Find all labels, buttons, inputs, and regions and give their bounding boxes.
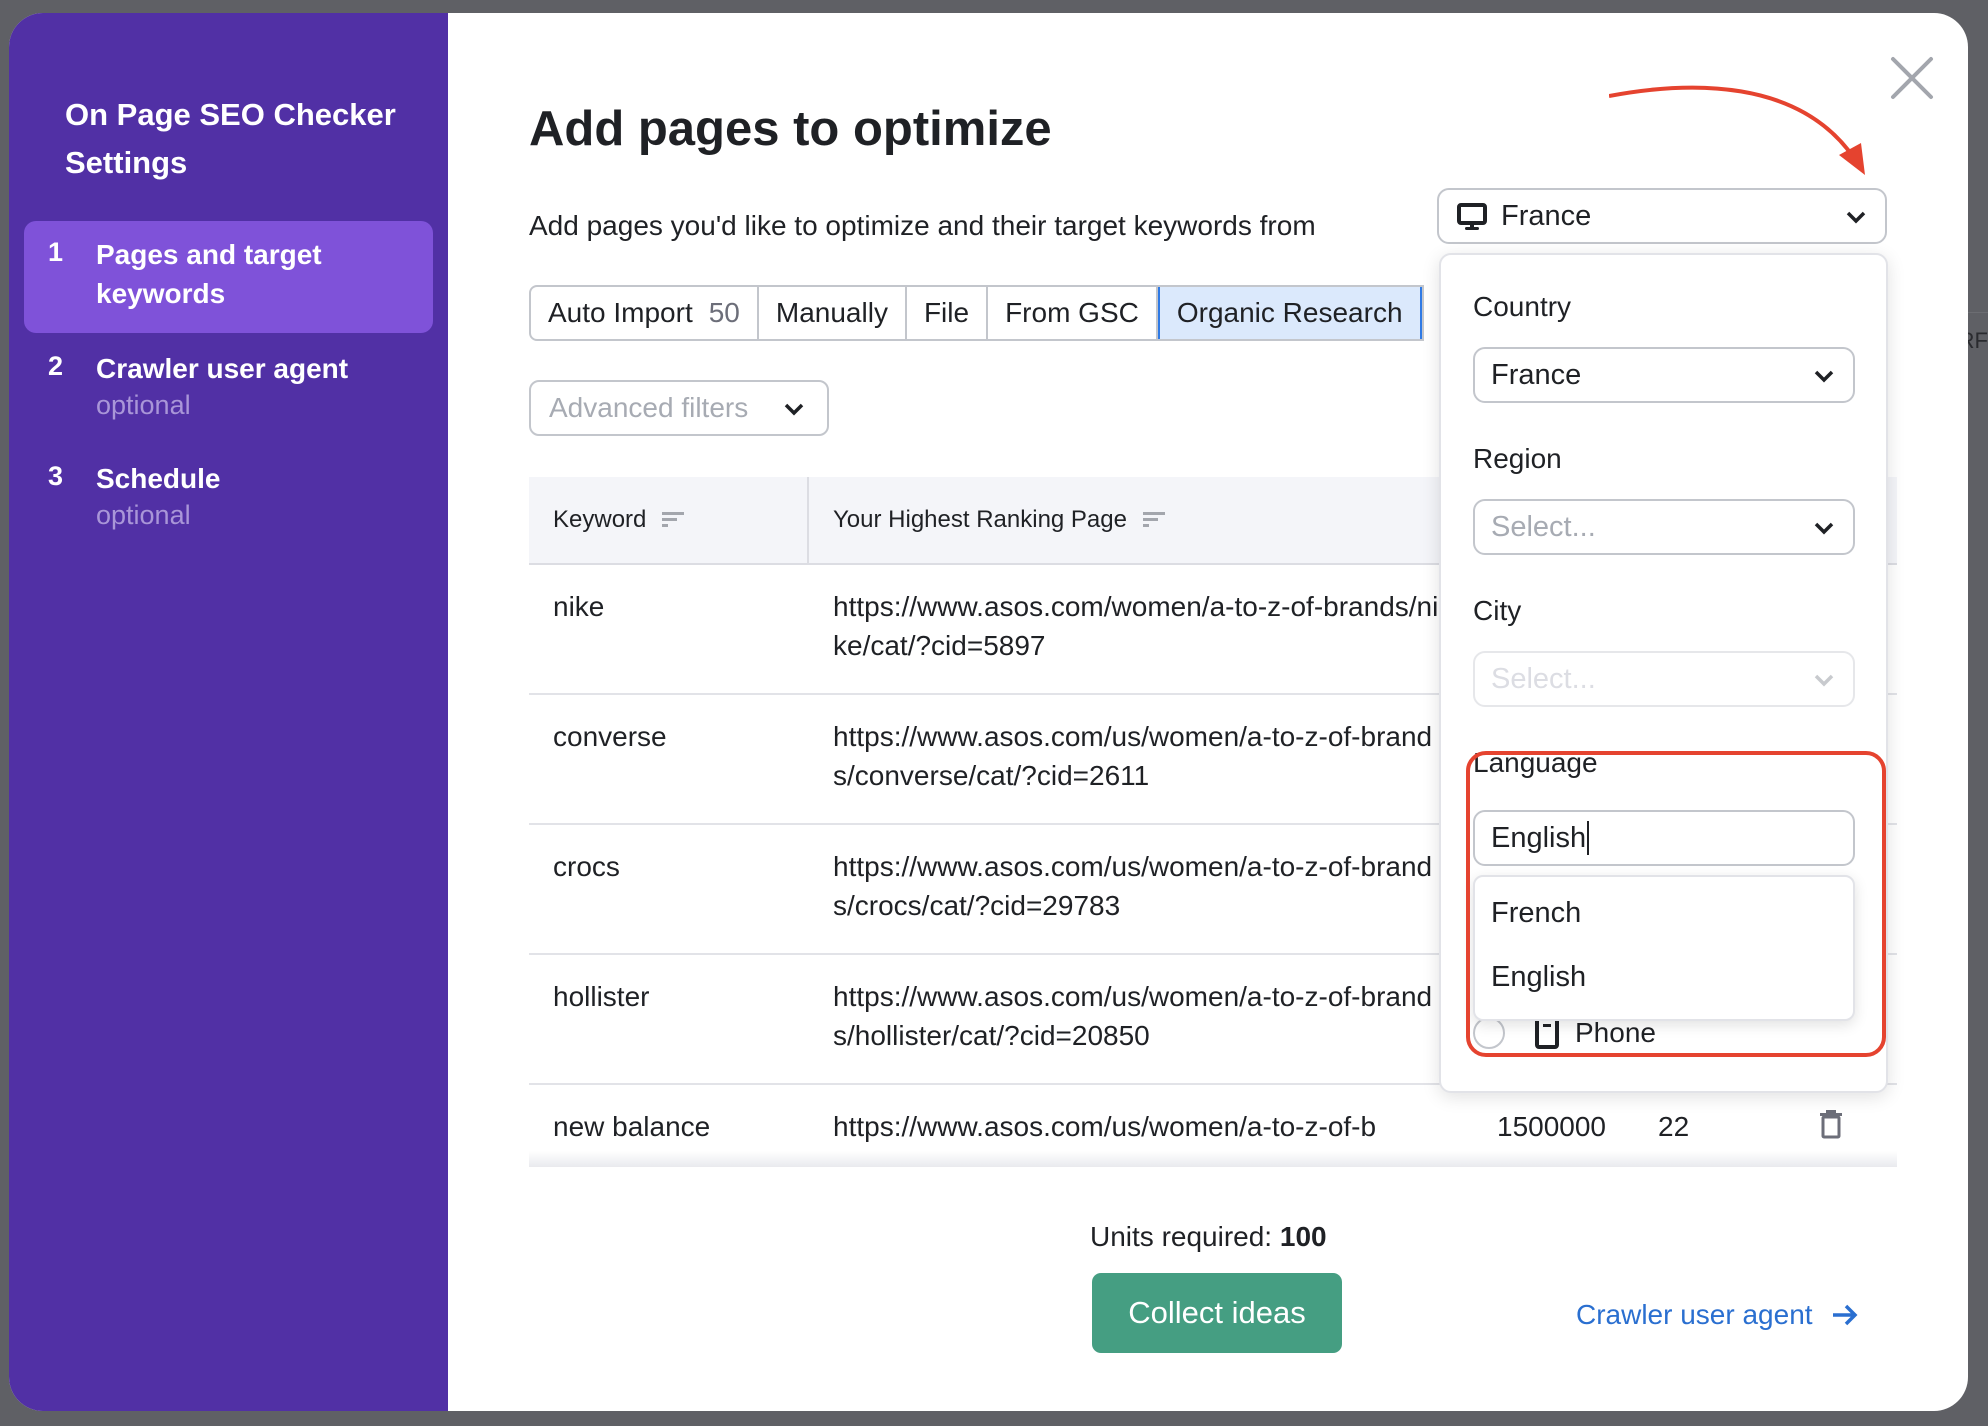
database-select-value: France — [1501, 199, 1592, 232]
city-select[interactable]: Select... — [1473, 651, 1855, 707]
tab-label: Auto Import — [548, 297, 693, 328]
phone-icon — [1535, 1017, 1559, 1049]
database-settings-panel: Country France Region Select... City Sel… — [1439, 253, 1888, 1093]
annotation-arrow-icon — [1609, 85, 1865, 175]
sidebar-step-schedule[interactable]: 3 Schedule optional — [24, 445, 433, 545]
url-cell[interactable]: https://www.asos.com/women/a-to-z-of-bra… — [833, 587, 1443, 667]
step-number: 3 — [48, 461, 64, 491]
tab-from-gsc[interactable]: From GSC — [988, 287, 1158, 339]
radio-button[interactable] — [1473, 1017, 1505, 1049]
step-label: Schedule — [96, 463, 221, 494]
url-cell[interactable]: https://www.asos.com/us/women/a-to-z-of-… — [833, 717, 1443, 797]
step-optional-label: optional — [96, 390, 191, 420]
step-number: 2 — [48, 351, 64, 381]
units-label: Units required: — [1090, 1221, 1273, 1252]
device-option-phone[interactable]: Phone — [1473, 1017, 1656, 1049]
page-subtitle: Add pages you'd like to optimize and the… — [529, 210, 1316, 241]
region-label: Region — [1473, 443, 1562, 474]
sort-icon — [662, 512, 685, 527]
country-label: Country — [1473, 291, 1572, 322]
database-select[interactable]: France — [1437, 188, 1887, 244]
url-cell[interactable]: https://www.asos.com/us/women/a-to-z-of-… — [833, 847, 1443, 927]
sidebar-title: On Page SEO Checker Settings — [65, 97, 396, 180]
advanced-filters-label: Advanced filters — [549, 392, 749, 423]
units-required: Units required: 100 — [1090, 1221, 1327, 1253]
keyword-cell: converse — [553, 721, 667, 752]
advanced-filters-dropdown[interactable]: Advanced filters — [529, 380, 829, 436]
url-cell[interactable]: https://www.asos.com/us/women/a-to-z-of-… — [833, 977, 1443, 1057]
language-option-french[interactable]: French — [1491, 897, 1581, 930]
volume-cell: 1500000 — [1497, 1111, 1607, 1142]
chevron-down-icon — [784, 403, 804, 416]
language-options-list: French English — [1473, 875, 1855, 1021]
tab-label: Organic Research — [1176, 297, 1403, 328]
settings-sidebar: On Page SEO Checker Settings 1 Pages and… — [9, 13, 448, 1411]
tab-count-badge: 50 — [708, 297, 740, 328]
chevron-down-icon — [1814, 674, 1834, 687]
column-header-label: Keyword — [553, 506, 647, 533]
column-header-keyword[interactable]: Keyword — [553, 477, 685, 563]
next-step-link[interactable]: Crawler user agent — [1576, 1299, 1859, 1331]
keyword-cell: hollister — [553, 981, 650, 1012]
arrow-right-icon — [1832, 1304, 1858, 1326]
monitor-icon — [1457, 203, 1487, 230]
close-icon[interactable] — [1889, 55, 1935, 101]
country-select-value: France — [1491, 358, 1582, 391]
step-label: Crawler user agent — [96, 353, 349, 384]
sort-icon — [1142, 512, 1165, 527]
next-step-label: Crawler user agent — [1576, 1299, 1813, 1330]
region-select[interactable]: Select... — [1473, 499, 1855, 555]
kd-cell: 22 — [1658, 1111, 1690, 1142]
step-label: Pages and target keywords — [96, 239, 322, 309]
column-divider — [807, 477, 809, 563]
sidebar-step-crawler-user-agent[interactable]: 2 Crawler user agent optional — [24, 335, 433, 435]
keyword-cell: nike — [553, 591, 605, 622]
tab-label: File — [923, 297, 970, 328]
language-label: Language — [1473, 747, 1598, 778]
language-input[interactable]: English — [1473, 810, 1855, 866]
device-option-label: Phone — [1575, 1017, 1656, 1048]
tab-manually[interactable]: Manually — [759, 287, 907, 339]
column-header-label: Your Highest Ranking Page — [833, 506, 1127, 533]
sidebar-step-pages-keywords[interactable]: 1 Pages and target keywords — [24, 221, 433, 333]
tab-label: From GSC — [1005, 297, 1139, 328]
trash-icon[interactable] — [1819, 1109, 1843, 1139]
chevron-down-icon — [1846, 211, 1866, 224]
table-scroll-fade — [529, 1151, 1897, 1167]
keyword-cell: new balance — [553, 1111, 711, 1142]
column-header-highest-ranking-page[interactable]: Your Highest Ranking Page — [833, 477, 1165, 563]
chevron-down-icon — [1814, 370, 1834, 383]
tab-organic-research[interactable]: Organic Research — [1157, 287, 1422, 339]
language-input-value: English — [1491, 821, 1587, 854]
tab-file[interactable]: File — [907, 287, 989, 339]
page-title: Add pages to optimize — [529, 102, 1052, 156]
chevron-down-icon — [1814, 522, 1834, 535]
step-optional-label: optional — [96, 500, 191, 530]
tab-label: Manually — [775, 297, 888, 328]
city-select-placeholder: Select... — [1491, 662, 1596, 695]
step-number: 1 — [48, 237, 64, 267]
country-select[interactable]: France — [1473, 347, 1855, 403]
units-value: 100 — [1279, 1221, 1327, 1252]
tab-auto-import[interactable]: Auto Import 50 — [531, 287, 759, 339]
keyword-cell: crocs — [553, 851, 620, 882]
language-option-english[interactable]: English — [1491, 961, 1586, 994]
import-source-tabs: Auto Import 50 Manually File From GSC Or… — [529, 285, 1424, 341]
collect-ideas-button[interactable]: Collect ideas — [1092, 1273, 1342, 1353]
url-cell[interactable]: https://www.asos.com/us/women/a-to-z-of-… — [833, 1107, 1443, 1147]
text-cursor — [1587, 821, 1590, 855]
settings-modal: On Page SEO Checker Settings 1 Pages and… — [9, 13, 1968, 1411]
region-select-placeholder: Select... — [1491, 510, 1596, 543]
city-label: City — [1473, 595, 1522, 626]
